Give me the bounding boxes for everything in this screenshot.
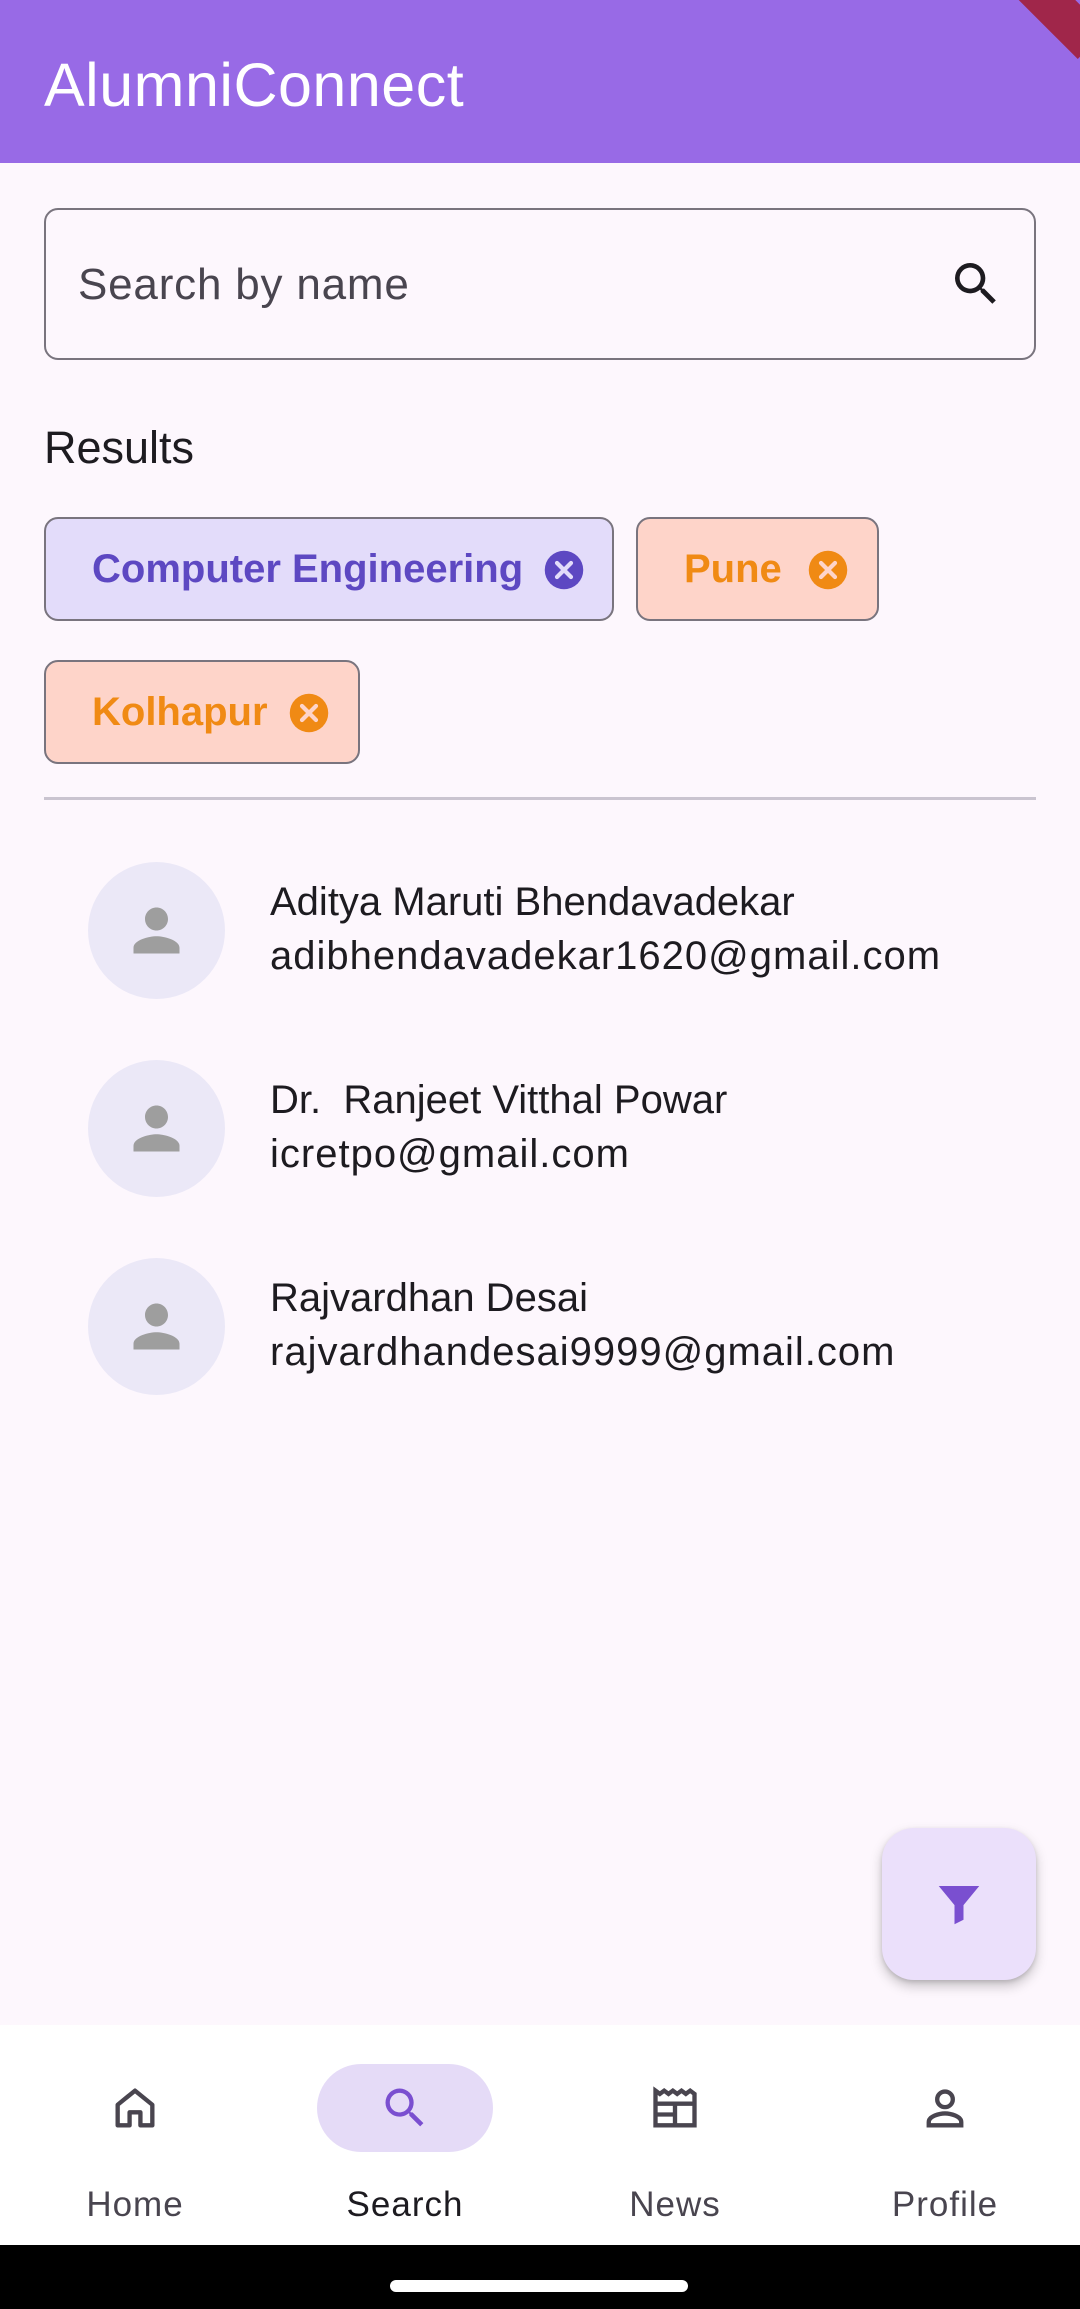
- results-divider: [44, 797, 1036, 800]
- nav-item-profile[interactable]: Profile: [810, 2025, 1080, 2245]
- app-bar: AlumniConnect: [0, 0, 1080, 163]
- chip-delete-icon[interactable]: [288, 692, 330, 734]
- news-icon: [653, 2086, 697, 2128]
- nav-label: News: [629, 2185, 721, 2224]
- debug-banner: [999, 0, 1080, 60]
- alumni-email: icretpo@gmail.com: [270, 1132, 630, 1176]
- filter-chip-label: Kolhapur: [92, 689, 268, 734]
- filter-fab-button[interactable]: [882, 1828, 1036, 1980]
- person-icon: [133, 907, 180, 954]
- avatar: [88, 1258, 225, 1395]
- results-heading: Results: [44, 422, 195, 473]
- alumni-name: Aditya Maruti Bhendavadekar: [270, 880, 795, 924]
- chip-delete-icon[interactable]: [807, 549, 849, 591]
- bottom-navigation: Home Search News Profile: [0, 2025, 1080, 2245]
- nav-item-news[interactable]: News: [540, 2025, 810, 2245]
- search-input[interactable]: [76, 210, 940, 359]
- alumni-email: adibhendavadekar1620@gmail.com: [270, 934, 942, 978]
- filter-chip-label: Computer Engineering: [92, 546, 524, 591]
- avatar: [88, 1060, 225, 1197]
- search-icon[interactable]: [948, 256, 1004, 312]
- app-title: AlumniConnect: [44, 51, 465, 119]
- alumni-name: Rajvardhan Desai: [270, 1276, 588, 1320]
- nav-label: Search: [346, 2185, 464, 2224]
- avatar: [88, 862, 225, 999]
- system-navigation-bar: [0, 2245, 1080, 2309]
- home-indicator[interactable]: [390, 2280, 688, 2292]
- alumni-list-item[interactable]: Rajvardhan Desai rajvardhandesai9999@gma…: [0, 1258, 1080, 1408]
- search-icon: [385, 2088, 424, 2127]
- nav-item-home[interactable]: Home: [0, 2025, 270, 2245]
- alumni-email: rajvardhandesai9999@gmail.com: [270, 1330, 896, 1374]
- nav-label: Profile: [891, 2185, 999, 2224]
- alumni-list-item[interactable]: Dr. Ranjeet Vitthal Powar icretpo@gmail.…: [0, 1060, 1080, 1210]
- nav-label: Home: [86, 2185, 184, 2224]
- filter-chip-pune[interactable]: Pune: [636, 517, 879, 621]
- nav-item-search[interactable]: Search: [270, 2025, 540, 2245]
- chip-delete-icon[interactable]: [543, 549, 585, 591]
- filter-chip-kolhapur[interactable]: Kolhapur: [44, 660, 360, 764]
- person-icon: [133, 1105, 180, 1152]
- person-icon: [133, 1303, 180, 1350]
- alumni-list-item[interactable]: Aditya Maruti Bhendavadekar adibhendavad…: [0, 862, 1080, 1012]
- search-field[interactable]: [44, 208, 1036, 360]
- filter-chip-label: Pune: [684, 546, 782, 591]
- filter-icon: [938, 1886, 980, 1925]
- home-icon: [115, 2088, 155, 2128]
- alumni-name: Dr. Ranjeet Vitthal Powar: [270, 1078, 728, 1122]
- filter-chip-computer-engineering[interactable]: Computer Engineering: [44, 517, 614, 621]
- profile-icon: [926, 2089, 964, 2128]
